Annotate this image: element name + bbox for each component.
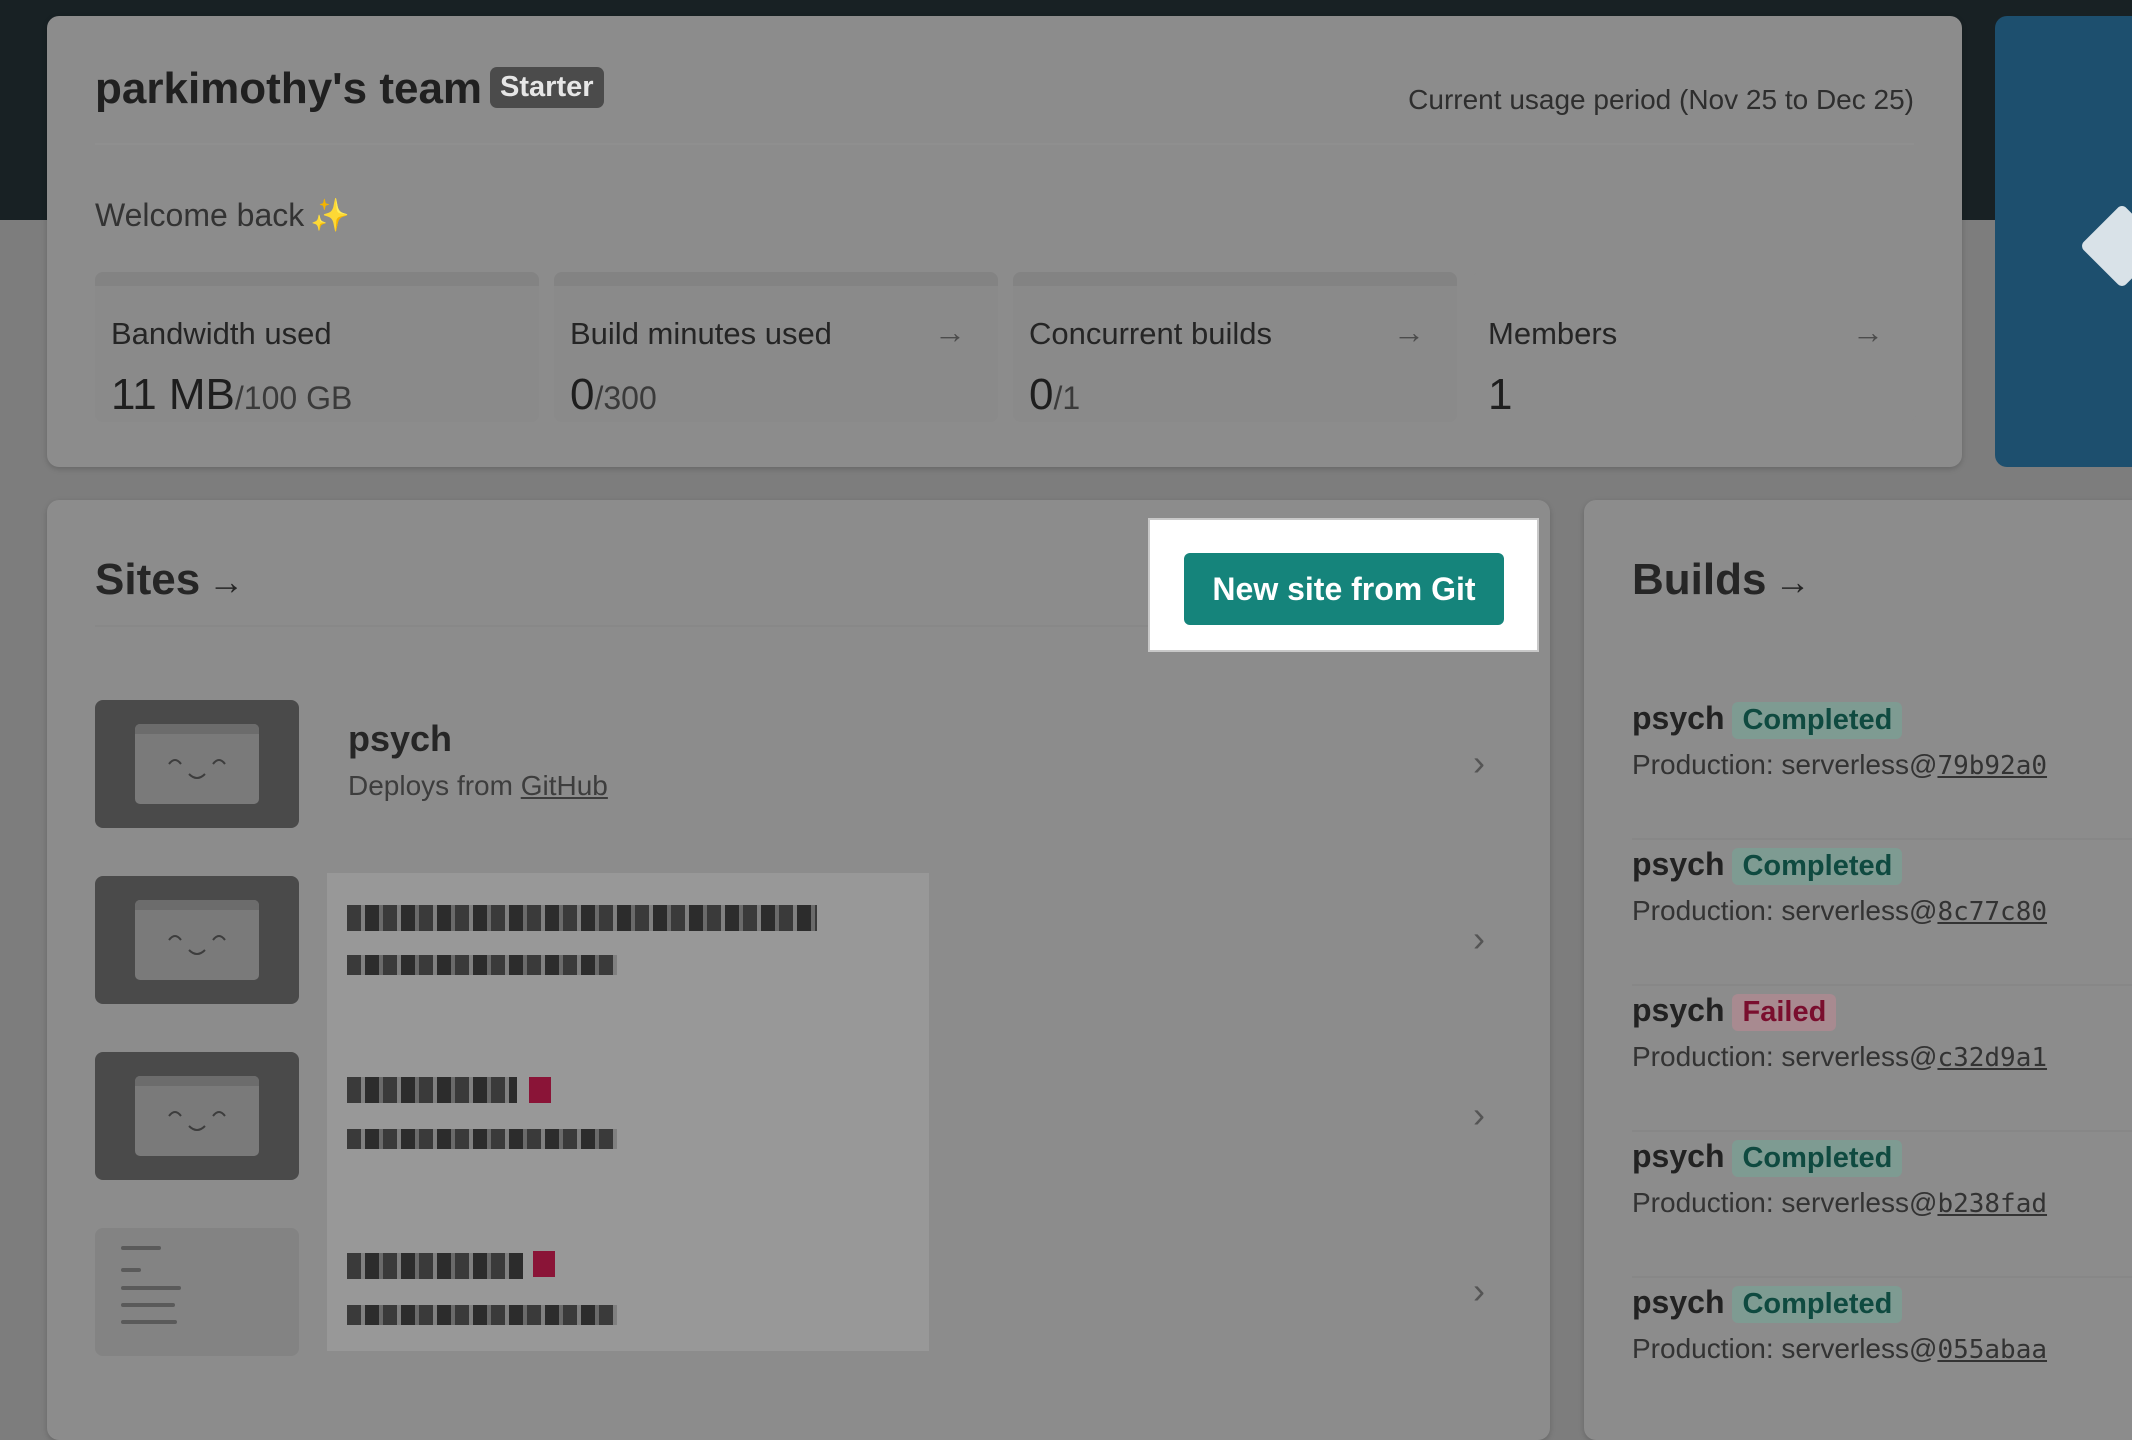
- arrow-right-icon: →: [1774, 561, 1811, 602]
- stat-value: 0/1: [1029, 370, 1081, 419]
- site-row-psych[interactable]: psych Deploys from GitHub ›: [95, 700, 1525, 850]
- build-site-name: psych: [1632, 846, 1725, 882]
- site-thumbnail: [95, 700, 299, 828]
- divider: [1632, 838, 2132, 840]
- stat-build-minutes[interactable]: Build minutes used → 0/300: [554, 272, 998, 422]
- build-item[interactable]: psych Completed Production: serverless@8c…: [1632, 846, 2132, 986]
- commit-link[interactable]: 79b92a0: [1937, 751, 2047, 781]
- team-name: parkimothy's team: [95, 64, 483, 113]
- site-deploy-source: Deploys from GitHub: [348, 770, 608, 801]
- new-site-from-git-button[interactable]: New site from Git: [1184, 553, 1504, 625]
- divider: [1632, 1130, 2132, 1132]
- divider: [95, 143, 1914, 145]
- stat-label: Bandwidth used: [111, 316, 332, 351]
- stat-value: 0/300: [570, 370, 657, 419]
- site-name[interactable]: psych: [348, 718, 452, 760]
- chevron-right-icon[interactable]: ›: [1473, 1094, 1485, 1136]
- commit-link[interactable]: c32d9a1: [1937, 1043, 2047, 1073]
- arrow-right-icon[interactable]: →: [1852, 314, 1884, 351]
- build-item[interactable]: psych Completed Production: serverless@05…: [1632, 1284, 2112, 1424]
- team-name-heading: parkimothy's team Starter: [95, 64, 604, 114]
- smiley-placeholder-icon: [168, 1111, 226, 1131]
- site-thumbnail: [95, 1228, 299, 1356]
- team-overview-card: parkimothy's team Starter Current usage p…: [47, 16, 1962, 467]
- arrow-right-icon: →: [208, 561, 245, 602]
- arrow-right-icon[interactable]: →: [934, 314, 966, 351]
- smiley-placeholder-icon: [168, 759, 226, 779]
- chevron-right-icon[interactable]: ›: [1473, 1270, 1485, 1312]
- status-badge: Completed: [1732, 1140, 1903, 1177]
- commit-link[interactable]: 055abaa: [1937, 1335, 2047, 1365]
- commit-link[interactable]: 8c77c80: [1937, 897, 2047, 927]
- build-site-name: psych: [1632, 1138, 1725, 1174]
- build-item[interactable]: psych Completed Production: serverless@b2…: [1632, 1138, 2132, 1278]
- site-thumbnail: [95, 876, 299, 1004]
- build-detail: Production: serverless@055abaa: [1632, 1333, 2048, 1365]
- build-site-name: psych: [1632, 1284, 1725, 1320]
- chevron-right-icon[interactable]: ›: [1473, 918, 1485, 960]
- site-thumbnail: [95, 1052, 299, 1180]
- redacted-site-names: [327, 873, 929, 1351]
- build-detail: Production: serverless@b238fad: [1632, 1187, 2048, 1219]
- stat-value: 11 MB/100 GB: [111, 370, 353, 419]
- build-site-name: psych: [1632, 992, 1725, 1028]
- stat-label: Concurrent builds: [1029, 316, 1272, 351]
- status-badge: Failed: [1732, 994, 1837, 1031]
- stat-value: 1: [1488, 370, 1513, 419]
- build-detail: Production: serverless@8c77c80: [1632, 895, 2048, 927]
- build-detail: Production: serverless@79b92a0: [1632, 749, 2048, 781]
- chevron-right-icon[interactable]: ›: [1473, 742, 1485, 784]
- stat-concurrent-builds[interactable]: Concurrent builds → 0/1: [1013, 272, 1457, 422]
- build-item[interactable]: psych Failed Production: serverless@c32d9…: [1632, 992, 2132, 1132]
- status-badge: Completed: [1732, 702, 1903, 739]
- github-link[interactable]: GitHub: [521, 770, 608, 801]
- welcome-message: Welcome back ✨: [95, 196, 350, 234]
- sites-title: Sites: [95, 555, 201, 604]
- status-badge: Completed: [1732, 848, 1903, 885]
- promo-graphic: [2079, 203, 2132, 289]
- usage-period: Current usage period (Nov 25 to Dec 25): [1408, 84, 1914, 115]
- build-site-name: psych: [1632, 700, 1725, 736]
- divider: [1632, 1276, 2132, 1278]
- promo-panel[interactable]: [1995, 16, 2132, 467]
- stat-members[interactable]: Members → 1: [1472, 272, 1916, 422]
- build-item[interactable]: psych Completed Production: serverless@79…: [1632, 700, 2132, 840]
- stat-label: Build minutes used: [570, 316, 832, 351]
- smiley-placeholder-icon: [168, 935, 226, 955]
- builds-card: Builds → psych Completed Production: serve…: [1584, 500, 2132, 1440]
- welcome-text: Welcome back: [95, 197, 305, 233]
- stat-bandwidth: Bandwidth used 11 MB/100 GB: [95, 272, 539, 422]
- arrow-right-icon[interactable]: →: [1393, 314, 1425, 351]
- sites-title-link[interactable]: Sites →: [95, 555, 244, 605]
- builds-title: Builds: [1632, 555, 1767, 604]
- status-badge: Completed: [1732, 1286, 1903, 1323]
- commit-link[interactable]: b238fad: [1937, 1189, 2047, 1219]
- stat-label: Members: [1488, 316, 1618, 351]
- builds-title-link[interactable]: Builds →: [1632, 555, 1810, 605]
- divider: [1632, 984, 2132, 986]
- build-detail: Production: serverless@c32d9a1: [1632, 1041, 2048, 1073]
- plan-badge: Starter: [490, 66, 604, 108]
- sparkles-icon: ✨: [310, 197, 351, 233]
- new-site-highlight: New site from Git: [1148, 518, 1539, 652]
